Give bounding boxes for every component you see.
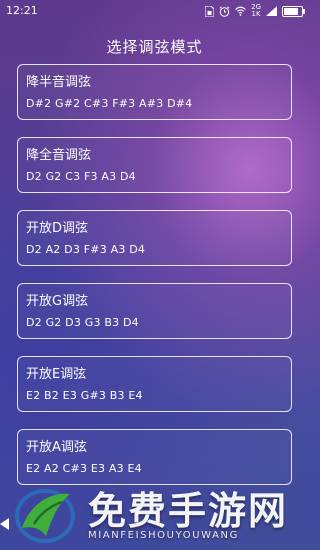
mode-notes: E2 B2 E3 G#3 B3 E4	[26, 389, 143, 402]
mode-name: 开放D调弦	[26, 221, 89, 236]
mode-card-whole-step-down[interactable]: 降全音调弦 D2 G2 C3 F3 A3 D4	[17, 137, 292, 193]
mode-notes: D2 G2 D3 G3 B3 D4	[26, 316, 139, 329]
mode-card-open-d[interactable]: 开放D调弦 D2 A2 D3 F#3 A3 D4	[17, 210, 292, 266]
mode-notes: D2 A2 D3 F#3 A3 D4	[26, 243, 146, 256]
mode-name: 开放E调弦	[26, 367, 87, 382]
mode-name: 开放A调弦	[26, 440, 87, 455]
mode-name: 降半音调弦	[26, 75, 92, 90]
wifi-icon	[235, 6, 246, 16]
mode-card-open-e[interactable]: 开放E调弦 E2 B2 E3 G#3 B3 E4	[17, 356, 292, 412]
battery-fill	[284, 7, 298, 15]
watermark-logo-icon	[15, 489, 75, 543]
battery-icon	[282, 5, 305, 17]
network-type: 2G 1K	[251, 3, 261, 18]
alarm-icon	[219, 5, 230, 17]
mode-card-half-step-down[interactable]: 降半音调弦 D#2 G#2 C#3 F#3 A#3 D#4	[17, 64, 292, 120]
watermark-title: 免费手游网	[88, 489, 289, 533]
page-title: 选择调弦模式	[106, 38, 203, 56]
signal-icon	[266, 6, 277, 16]
watermark: 免费手游网 MIANFEISHOUYOUWANG	[0, 478, 309, 550]
status-icons: 2G 1K	[205, 3, 305, 18]
watermark-subtitle: MIANFEISHOUYOUWANG	[88, 530, 239, 541]
status-time: 12:21	[6, 4, 38, 17]
back-arrow-icon[interactable]	[0, 518, 9, 530]
status-bar: 12:21 2G 1K	[0, 0, 309, 24]
sim-card-icon	[205, 5, 215, 17]
mode-card-open-g[interactable]: 开放G调弦 D2 G2 D3 G3 B3 D4	[17, 283, 292, 339]
mode-name: 降全音调弦	[26, 148, 92, 163]
mode-notes: D#2 G#2 C#3 F#3 A#3 D#4	[26, 97, 193, 110]
mode-name: 开放G调弦	[26, 294, 89, 309]
mode-notes: E2 A2 C#3 E3 A3 E4	[26, 462, 142, 475]
tuning-mode-list: 降半音调弦 D#2 G#2 C#3 F#3 A#3 D#4 降全音调弦 D2 G…	[17, 64, 292, 502]
mode-card-open-a[interactable]: 开放A调弦 E2 A2 C#3 E3 A3 E4	[17, 429, 292, 485]
mode-notes: D2 G2 C3 F3 A3 D4	[26, 170, 136, 183]
